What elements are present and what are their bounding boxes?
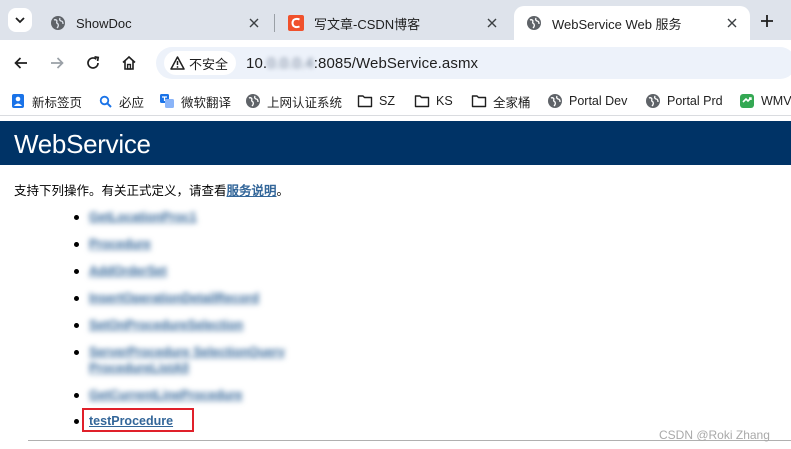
page-content: WebService 支持下列操作。有关正式定义，请查看服务说明。 GetLoc… bbox=[0, 117, 791, 449]
warning-icon bbox=[170, 56, 185, 70]
list-item: InsertOperationDetailRecord bbox=[74, 290, 259, 306]
new-tab-button[interactable] bbox=[755, 10, 779, 32]
operation-link[interactable]: ServerProcedure SelectionQuery Procedure… bbox=[89, 344, 325, 376]
close-icon[interactable] bbox=[246, 15, 262, 31]
bullet bbox=[74, 215, 79, 220]
tab-title: ShowDoc bbox=[76, 15, 132, 31]
highlight-box bbox=[82, 408, 194, 432]
bookmark-wmv[interactable]: WMV bbox=[739, 92, 791, 110]
globe-icon bbox=[527, 16, 541, 30]
plus-icon bbox=[761, 15, 773, 27]
bookmark-portal-prd[interactable]: Portal Prd bbox=[645, 92, 723, 110]
bookmark-portal-dev[interactable]: Portal Dev bbox=[547, 92, 627, 110]
csdn-icon bbox=[288, 15, 304, 31]
bookmark-translate[interactable]: 微软翻译 bbox=[159, 92, 231, 110]
tab-showdoc[interactable]: ShowDoc bbox=[38, 6, 272, 40]
bookmark-folder-ks[interactable]: KS bbox=[414, 92, 453, 110]
globe-icon bbox=[645, 93, 661, 109]
tab-search-button[interactable] bbox=[8, 8, 32, 32]
close-icon[interactable] bbox=[724, 15, 740, 31]
sync-icon bbox=[739, 93, 755, 109]
address-bar[interactable]: 不安全 10.0.0.0.4:8085/WebService.asmx bbox=[156, 47, 791, 79]
chevron-down-icon bbox=[15, 17, 25, 24]
folder-icon bbox=[471, 93, 487, 109]
list-item: ServerProcedure SelectionQuery Procedure… bbox=[74, 344, 325, 376]
bullet bbox=[74, 323, 79, 328]
folder-icon bbox=[414, 93, 430, 109]
list-item: GetLocationProc1 bbox=[74, 209, 197, 225]
bookmark-folder-sz[interactable]: SZ bbox=[357, 92, 395, 110]
globe-icon bbox=[245, 93, 261, 109]
list-item: Procedure bbox=[74, 236, 151, 252]
back-button[interactable] bbox=[9, 51, 33, 75]
bullet bbox=[74, 296, 79, 301]
bookmark-auth-system[interactable]: 上网认证系统 bbox=[245, 92, 342, 110]
arrow-right-icon bbox=[51, 57, 64, 69]
tab-csdn[interactable]: 写文章-CSDN博客 bbox=[276, 6, 510, 40]
bullet bbox=[74, 350, 79, 355]
home-button[interactable] bbox=[117, 51, 141, 75]
list-item: SetOnProcedureSelection bbox=[74, 317, 243, 333]
globe-icon bbox=[547, 93, 563, 109]
search-icon bbox=[97, 93, 113, 109]
arrow-left-icon bbox=[14, 57, 27, 69]
tab-title: 写文章-CSDN博客 bbox=[314, 16, 421, 32]
list-item: AddOrderSet bbox=[74, 263, 167, 279]
bullet bbox=[74, 269, 79, 274]
watermark: CSDN @Roki Zhang bbox=[659, 428, 770, 442]
tab-strip: ShowDoc 写文章-CSDN博客 WebService Web 服务 bbox=[0, 0, 791, 40]
url-text[interactable]: 10.0.0.0.4:8085/WebService.asmx bbox=[246, 55, 478, 72]
bookmark-new-tab[interactable]: 新标签页 bbox=[10, 92, 82, 110]
bullet bbox=[74, 242, 79, 247]
bookmarks-bar: 新标签页 必应 微软翻译 上网认证系统 SZ KS 全家桶 Portal Dev… bbox=[0, 86, 791, 116]
tab-separator bbox=[274, 14, 275, 32]
operation-link[interactable]: Procedure bbox=[89, 236, 151, 252]
tab-webservice[interactable]: WebService Web 服务 bbox=[514, 6, 750, 40]
bookmark-bing[interactable]: 必应 bbox=[97, 92, 144, 110]
security-label: 不安全 bbox=[189, 56, 229, 72]
bookmark-icon bbox=[10, 93, 26, 109]
home-icon bbox=[122, 55, 136, 70]
forward-button[interactable] bbox=[45, 51, 69, 75]
folder-icon bbox=[357, 93, 373, 109]
globe-icon bbox=[51, 16, 65, 30]
bullet bbox=[74, 419, 79, 424]
tab-title: WebService Web 服务 bbox=[552, 16, 682, 32]
reload-icon bbox=[87, 55, 100, 69]
translate-icon bbox=[159, 93, 175, 109]
operation-link[interactable]: GetCurrentLineProcedure bbox=[89, 387, 243, 403]
operation-link[interactable]: SetOnProcedureSelection bbox=[89, 317, 243, 333]
browser-toolbar: 不安全 10.0.0.0.4:8085/WebService.asmx bbox=[0, 40, 791, 86]
bookmark-folder-quanjiatong[interactable]: 全家桶 bbox=[471, 92, 531, 110]
bullet bbox=[74, 393, 79, 398]
operation-link[interactable]: InsertOperationDetailRecord bbox=[89, 290, 259, 306]
operation-link[interactable]: GetLocationProc1 bbox=[89, 209, 197, 225]
list-item: GetCurrentLineProcedure bbox=[74, 387, 243, 403]
url-redacted: 0.0.0.4 bbox=[267, 54, 314, 72]
operations-list: GetLocationProc1 Procedure AddOrderSet I… bbox=[0, 117, 791, 449]
reload-button[interactable] bbox=[81, 51, 105, 75]
operation-link[interactable]: AddOrderSet bbox=[89, 263, 167, 279]
close-icon[interactable] bbox=[484, 15, 500, 31]
security-chip[interactable]: 不安全 bbox=[164, 51, 237, 75]
